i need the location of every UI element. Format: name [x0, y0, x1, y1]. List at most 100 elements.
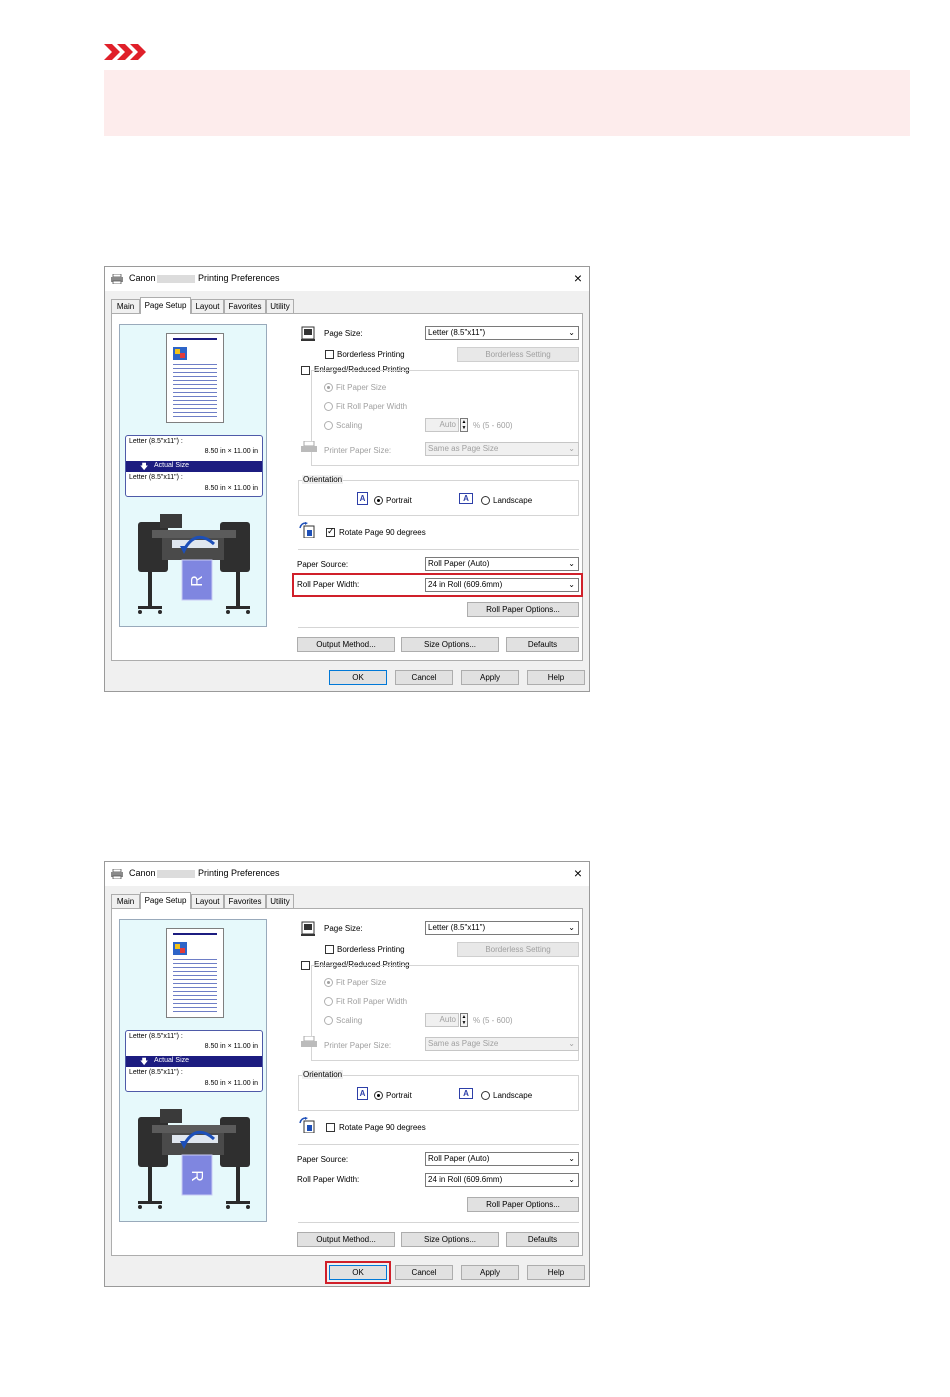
tab-layout[interactable]: Layout — [191, 299, 224, 313]
tab-main[interactable]: Main — [111, 299, 140, 313]
tab-favorites[interactable]: Favorites — [224, 299, 266, 313]
portrait-radio[interactable] — [374, 496, 383, 505]
title-text: Printing Preferences — [198, 273, 280, 283]
roll-paper-width-highlight — [292, 573, 583, 597]
scaling-radio[interactable] — [324, 1016, 333, 1025]
size-options-button[interactable]: Size Options... — [401, 637, 499, 652]
size-options-button[interactable]: Size Options... — [401, 1232, 499, 1247]
landscape-radio[interactable] — [481, 496, 490, 505]
tab-favorites[interactable]: Favorites — [224, 894, 266, 908]
tab-utility[interactable]: Utility — [266, 894, 294, 908]
printer-paper-size-select[interactable]: Same as Page Size ⌄ — [425, 1037, 579, 1051]
fit-roll-paper-width-radio[interactable] — [324, 997, 333, 1006]
cancel-button[interactable]: Cancel — [395, 670, 453, 685]
fit-roll-paper-width-label: Fit Roll Paper Width — [336, 402, 408, 411]
roll-paper-width-label: Roll Paper Width: — [297, 1175, 360, 1184]
portrait-radio[interactable] — [374, 1091, 383, 1100]
paper-preview — [166, 333, 224, 423]
orientation-label: Orientation — [302, 1070, 344, 1079]
borderless-setting-button[interactable]: Borderless Setting — [457, 347, 579, 362]
scaling-label: Scaling — [336, 421, 363, 430]
page-size-icon — [301, 326, 315, 341]
note-box — [104, 70, 910, 136]
landscape-icon: A — [459, 1088, 473, 1099]
tab-main[interactable]: Main — [111, 894, 140, 908]
landscape-label: Landscape — [493, 496, 533, 505]
large-format-printer-illustration: R — [138, 514, 250, 614]
roll-paper-width-select[interactable]: 24 in Roll (609.6mm) ⌄ — [425, 1173, 579, 1187]
output-size-line: Letter (8.5"x11") : — [129, 474, 183, 481]
output-size-dimensions: 8.50 in × 11.00 in — [204, 485, 258, 492]
defaults-button[interactable]: Defaults — [506, 1232, 579, 1247]
borderless-checkbox[interactable] — [325, 350, 334, 359]
borderless-label: Borderless Printing — [337, 350, 405, 359]
scaling-radio[interactable] — [324, 421, 333, 430]
scale-band: 🡇 Actual Size — [126, 461, 262, 472]
help-button[interactable]: Help — [527, 1265, 585, 1280]
page-size-label: Page Size: — [324, 924, 363, 933]
enlarged-reduced-checkbox[interactable] — [301, 366, 310, 375]
page-size-select[interactable]: Letter (8.5"x11") ⌄ — [425, 326, 579, 340]
enlarged-reduced-checkbox[interactable] — [301, 961, 310, 970]
apply-button[interactable]: Apply — [461, 670, 519, 685]
page-size-label: Page Size: — [324, 329, 363, 338]
page-size-dimensions: 8.50 in × 11.00 in — [204, 448, 258, 455]
apply-button[interactable]: Apply — [461, 1265, 519, 1280]
close-icon[interactable]: × — [574, 270, 582, 286]
chevron-down-icon: ⌄ — [568, 1039, 575, 1048]
fit-roll-paper-width-label: Fit Roll Paper Width — [336, 997, 408, 1006]
tab-utility[interactable]: Utility — [266, 299, 294, 313]
cancel-button[interactable]: Cancel — [395, 1265, 453, 1280]
separator — [298, 1222, 579, 1223]
ok-button[interactable]: OK — [329, 670, 387, 685]
scaling-spinner[interactable]: ▲ ▼ — [460, 1013, 468, 1027]
chevron-down-icon: ⌄ — [568, 444, 575, 453]
printing-preferences-dialog: Canon Printing Preferences × Main Page S… — [104, 861, 590, 1287]
output-size-line: Letter (8.5"x11") : — [129, 1069, 183, 1076]
defaults-button[interactable]: Defaults — [506, 637, 579, 652]
rotate-page-label: Rotate Page 90 degrees — [339, 528, 426, 537]
scaling-input[interactable]: Auto — [425, 418, 459, 432]
paper-source-select[interactable]: Roll Paper (Auto) ⌄ — [425, 557, 579, 571]
printer-icon — [111, 274, 123, 284]
printer-paper-size-select[interactable]: Same as Page Size ⌄ — [425, 442, 579, 456]
output-method-button[interactable]: Output Method... — [297, 637, 395, 652]
landscape-radio[interactable] — [481, 1091, 490, 1100]
borderless-setting-button[interactable]: Borderless Setting — [457, 942, 579, 957]
scaling-range: % (5 - 600) — [473, 1016, 513, 1025]
title-text: Printing Preferences — [198, 868, 280, 878]
large-format-printer-illustration: R — [138, 1109, 250, 1209]
roll-paper-options-button[interactable]: Roll Paper Options... — [467, 602, 579, 617]
orientation-label: Orientation — [302, 475, 344, 484]
tab-page-setup[interactable]: Page Setup — [140, 297, 191, 314]
printer-paper-size-icon — [301, 441, 317, 452]
tab-layout[interactable]: Layout — [191, 894, 224, 908]
svg-text:R: R — [189, 575, 206, 587]
size-info-box: Letter (8.5"x11") : 8.50 in × 11.00 in 🡇… — [125, 1030, 263, 1092]
paper-source-select[interactable]: Roll Paper (Auto) ⌄ — [425, 1152, 579, 1166]
help-button[interactable]: Help — [527, 670, 585, 685]
actual-size-label: Actual Size — [154, 462, 190, 469]
fit-roll-paper-width-radio[interactable] — [324, 402, 333, 411]
portrait-label: Portrait — [386, 1091, 412, 1100]
printer-paper-size-label: Printer Paper Size: — [324, 446, 392, 455]
roll-paper-options-button[interactable]: Roll Paper Options... — [467, 1197, 579, 1212]
fit-paper-size-radio[interactable] — [324, 978, 333, 987]
page-size-select[interactable]: Letter (8.5"x11") ⌄ — [425, 921, 579, 935]
title-brand: Canon — [129, 868, 156, 878]
output-method-button[interactable]: Output Method... — [297, 1232, 395, 1247]
printer-paper-size-label: Printer Paper Size: — [324, 1041, 392, 1050]
rotate-page-label: Rotate Page 90 degrees — [339, 1123, 426, 1132]
page-size-dimensions: 8.50 in × 11.00 in — [204, 1043, 258, 1050]
rotate-page-checkbox[interactable] — [326, 1123, 335, 1132]
chevron-down-icon: ⌄ — [568, 559, 575, 568]
scaling-spinner[interactable]: ▲ ▼ — [460, 418, 468, 432]
fit-paper-size-radio[interactable] — [324, 383, 333, 392]
borderless-checkbox[interactable] — [325, 945, 334, 954]
close-icon[interactable]: × — [574, 865, 582, 881]
scaling-input[interactable]: Auto — [425, 1013, 459, 1027]
rotate-page-checkbox[interactable] — [326, 526, 335, 537]
tab-page-setup[interactable]: Page Setup — [140, 892, 191, 909]
orientation-group — [298, 480, 579, 516]
page-size-line: Letter (8.5"x11") : — [129, 438, 183, 445]
